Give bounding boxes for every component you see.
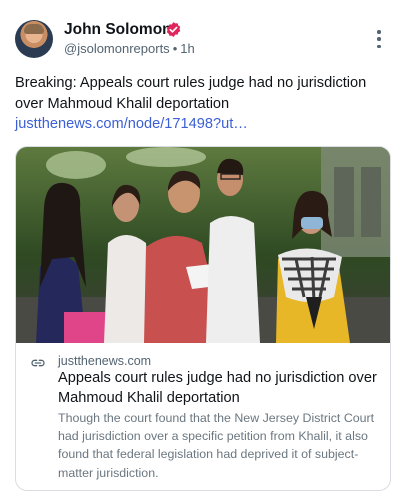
more-options-icon[interactable] [374, 30, 384, 48]
author-meta: @jsolomonreports • 1h [64, 41, 195, 56]
card-title[interactable]: Appeals court rules judge had no jurisdi… [58, 369, 378, 408]
author-handle[interactable]: @jsolomonreports [64, 41, 170, 56]
card-domain: justthenews.com [58, 354, 152, 368]
post-body: Breaking: Appeals court rules judge had … [15, 75, 367, 112]
author-name[interactable]: John Solomon [64, 21, 172, 39]
post[interactable]: John Solomon @jsolomonreports • 1h Breakin… [0, 0, 406, 500]
post-text: Breaking: Appeals court rules judge had … [15, 73, 385, 135]
news-photo [16, 147, 390, 343]
card-image [16, 147, 390, 343]
card-description: Though the court found that the New Jers… [58, 411, 375, 480]
post-link[interactable]: justthenews.com/node/171498?ut… [15, 116, 248, 132]
post-timestamp[interactable]: 1h [180, 41, 194, 56]
meta-separator: • [172, 41, 178, 56]
link-preview-card[interactable]: justthenews.com Appeals court rules judg… [15, 146, 391, 491]
author-avatar[interactable] [15, 20, 53, 58]
verified-badge-icon [166, 22, 181, 37]
chain-link-icon [31, 359, 45, 367]
